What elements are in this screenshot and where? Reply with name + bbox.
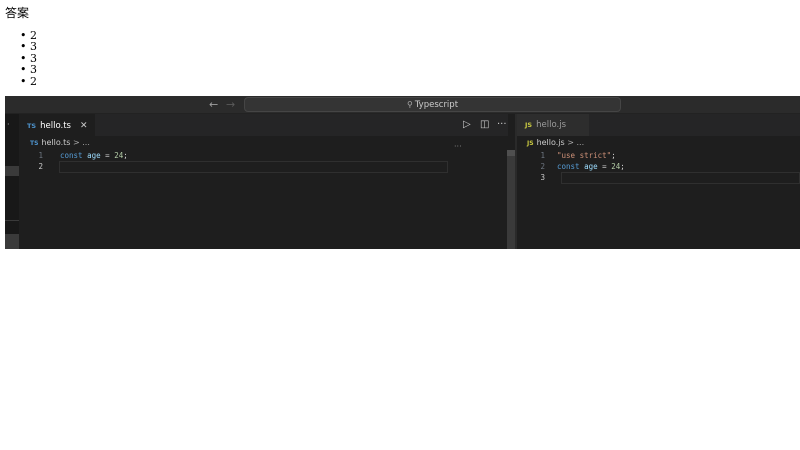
activity-strip: ·	[5, 114, 19, 249]
arrow-left-icon[interactable]: ←	[209, 98, 218, 111]
editor-screenshot: ← → ⚲ Typescript · TS hello.ts ✕ ▷ ◫ ··· T…	[5, 96, 800, 249]
answer-list: 2 3 3 3 2	[20, 30, 37, 88]
code-token: age	[87, 151, 101, 160]
more-actions-icon[interactable]: ···	[497, 118, 507, 131]
scrollbar[interactable]	[507, 150, 515, 249]
code-token: const	[557, 162, 580, 171]
tab-bar-right: JS hello.js	[517, 114, 800, 136]
code-token: ;	[123, 151, 128, 160]
breadcrumb-file[interactable]: hello.js	[537, 138, 565, 147]
code-line[interactable]: 1 const age = 24;	[19, 150, 448, 161]
strip-divider	[5, 220, 19, 221]
tab-label: hello.ts	[40, 121, 71, 131]
breadcrumb-file[interactable]: hello.ts	[41, 138, 70, 147]
code-text: const age = 24;	[60, 150, 128, 161]
command-center-search[interactable]: ⚲ Typescript	[244, 97, 621, 112]
code-editor-left[interactable]: 1 const age = 24; 2	[19, 150, 448, 173]
javascript-icon: JS	[525, 121, 533, 129]
code-token: ;	[611, 151, 616, 160]
scrollbar-thumb[interactable]	[507, 150, 515, 156]
split-editor-icon[interactable]: ◫	[480, 118, 489, 131]
strip-highlight	[5, 234, 19, 249]
search-icon: ⚲	[406, 100, 413, 109]
breadcrumb-rest[interactable]: ...	[576, 138, 584, 147]
code-token: const	[60, 151, 83, 160]
line-number: 3	[540, 173, 545, 182]
code-token: age	[584, 162, 598, 171]
close-icon[interactable]: ✕	[80, 115, 88, 137]
typescript-icon: TS	[30, 140, 39, 147]
code-line[interactable]: 1 "use strict";	[521, 150, 800, 161]
tab-hello-js[interactable]: JS hello.js	[517, 114, 589, 136]
code-token: =	[597, 162, 612, 171]
breadcrumb-left: TS hello.ts > ...	[30, 137, 90, 149]
code-token: =	[100, 151, 115, 160]
page-heading: 答案	[5, 6, 30, 20]
code-text: "use strict";	[557, 150, 616, 161]
code-line[interactable]: 2 const age = 24;	[521, 161, 800, 172]
run-icon[interactable]: ▷	[463, 118, 471, 131]
code-token: 24	[611, 162, 621, 171]
code-token: ;	[620, 162, 625, 171]
breadcrumb-rest[interactable]: ...	[82, 138, 90, 147]
javascript-icon: JS	[527, 140, 534, 147]
code-line[interactable]: 3	[521, 172, 800, 184]
code-token: "use strict"	[557, 151, 612, 160]
code-line[interactable]: 2	[19, 161, 448, 173]
line-number: 2	[540, 162, 545, 171]
more-icon[interactable]: ·	[7, 120, 10, 129]
title-bar: ← → ⚲ Typescript	[5, 96, 800, 114]
tab-bar-left: TS hello.ts ✕ ▷ ◫ ···	[19, 114, 508, 137]
answer-item: 2	[20, 75, 37, 87]
tab-hello-ts[interactable]: TS hello.ts ✕	[19, 114, 95, 137]
code-token: 24	[114, 151, 124, 160]
breadcrumb-right: JS hello.js > ...	[527, 137, 584, 149]
line-number: 2	[38, 162, 43, 171]
tab-label: hello.js	[536, 120, 566, 130]
arrow-right-icon[interactable]: →	[226, 98, 235, 111]
chevron-right-icon: >	[73, 138, 80, 147]
code-editor-right[interactable]: 1 "use strict"; 2 const age = 24; 3	[521, 150, 800, 184]
line-number: 1	[540, 151, 545, 160]
search-label: Typescript	[414, 100, 459, 110]
typescript-icon: TS	[27, 122, 37, 130]
strip-highlight	[5, 166, 19, 176]
answer-item: 3	[20, 64, 37, 76]
chevron-right-icon: >	[567, 138, 574, 147]
line-number: 1	[38, 151, 43, 160]
code-text: const age = 24;	[557, 161, 625, 172]
more-icon[interactable]: ···	[454, 143, 462, 151]
